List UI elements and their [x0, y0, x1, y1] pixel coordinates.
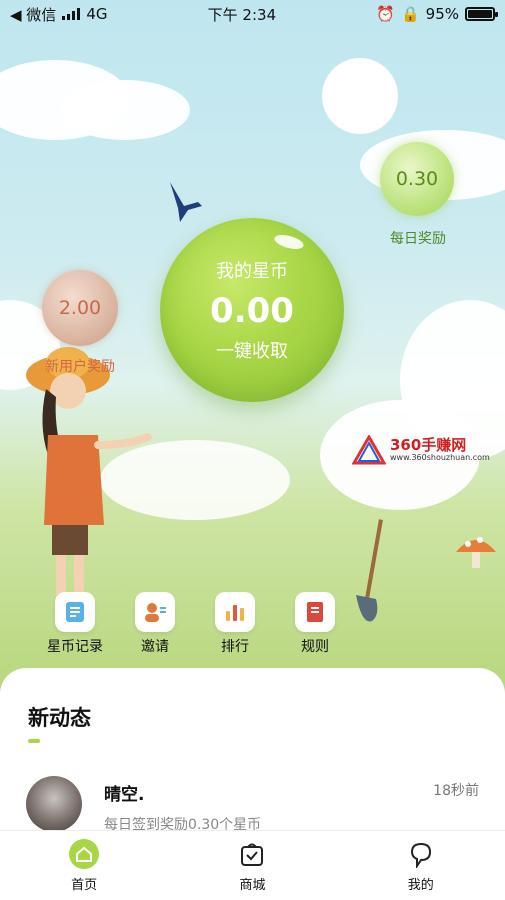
daily-reward-bubble[interactable]: 0.30 — [380, 142, 454, 216]
tab-shop[interactable]: 商城 — [202, 838, 302, 893]
newbie-reward-value: 2.00 — [58, 297, 102, 319]
invite-label: 邀请 — [141, 639, 169, 655]
ranking-label: 排行 — [221, 639, 249, 655]
bottom-tab-bar: 首页 商城 我的 — [0, 830, 505, 900]
tab-home-label: 首页 — [71, 878, 98, 893]
invite-icon — [135, 592, 175, 632]
feed-title-indicator — [28, 739, 40, 743]
star-coin-ball[interactable]: 我的星币 0.00 一键收取 — [160, 218, 344, 402]
newbie-reward-bubble[interactable]: 2.00 — [42, 270, 118, 346]
shop-icon — [236, 838, 268, 870]
network-text: 4G — [86, 5, 108, 23]
feed-user-name: 晴空. — [104, 785, 145, 805]
star-coin-value: 0.00 — [210, 291, 294, 331]
daily-reward-label: 每日奖励 — [390, 231, 446, 247]
cloud — [60, 80, 190, 140]
alarm-icon: ⏰ — [376, 5, 395, 23]
watermark-text: 360手赚网 www.360shouzhuan.com — [390, 436, 490, 463]
rules-label: 规则 — [301, 639, 329, 655]
tab-home[interactable]: 首页 — [34, 838, 134, 893]
tab-profile-label: 我的 — [407, 878, 434, 893]
avatar — [26, 776, 82, 832]
record-label: 星币记录 — [47, 639, 103, 655]
triangle-logo-icon — [352, 435, 386, 465]
feed-title: 新动态 — [28, 706, 91, 730]
newbie-reward-label: 新用户奖励 — [45, 359, 115, 375]
watermark-url: www.360shouzhuan.com — [390, 453, 490, 462]
shovel-illustration — [356, 519, 383, 622]
watermark-title: 360手赚网 — [390, 436, 467, 454]
battery-icon — [465, 7, 498, 21]
sun — [322, 58, 398, 134]
carrier-text: ◀ 微信 — [10, 5, 57, 24]
invite-button[interactable]: 邀请 — [120, 592, 190, 656]
status-right: ⏰ 🔒 95% — [376, 5, 498, 23]
status-time: 下午 2:34 — [207, 5, 277, 24]
status-left: ◀ 微信 4G — [10, 4, 107, 25]
watermark-logo: 360手赚网 www.360shouzhuan.com — [352, 432, 502, 468]
battery-percent: 95% — [425, 5, 459, 23]
star-coin-record-button[interactable]: 星币记录 — [40, 592, 110, 656]
profile-icon — [405, 838, 437, 870]
feed-time: 18秒前 — [433, 783, 479, 799]
bird-icon — [170, 182, 202, 222]
rules-icon — [295, 592, 335, 632]
home-icon — [68, 838, 100, 870]
record-icon — [55, 592, 95, 632]
ball-shine — [272, 232, 306, 252]
lock-rotation-icon: 🔒 — [400, 5, 420, 23]
star-coin-label: 我的星币 — [216, 261, 288, 282]
tab-shop-label: 商城 — [239, 878, 266, 893]
quick-menu: 星币记录 邀请 排行 规则 — [40, 592, 350, 656]
girl-illustration — [26, 347, 152, 595]
daily-reward-value: 0.30 — [395, 168, 439, 190]
collect-all-button[interactable]: 一键收取 — [216, 337, 288, 363]
signal-icon — [62, 8, 81, 20]
ranking-icon — [215, 592, 255, 632]
status-bar: ◀ 微信 4G 下午 2:34 ⏰ 🔒 95% — [0, 0, 505, 28]
ranking-button[interactable]: 排行 — [200, 592, 270, 656]
tab-profile[interactable]: 我的 — [371, 838, 471, 893]
rules-button[interactable]: 规则 — [280, 592, 350, 656]
mushroom-illustration — [456, 537, 496, 568]
